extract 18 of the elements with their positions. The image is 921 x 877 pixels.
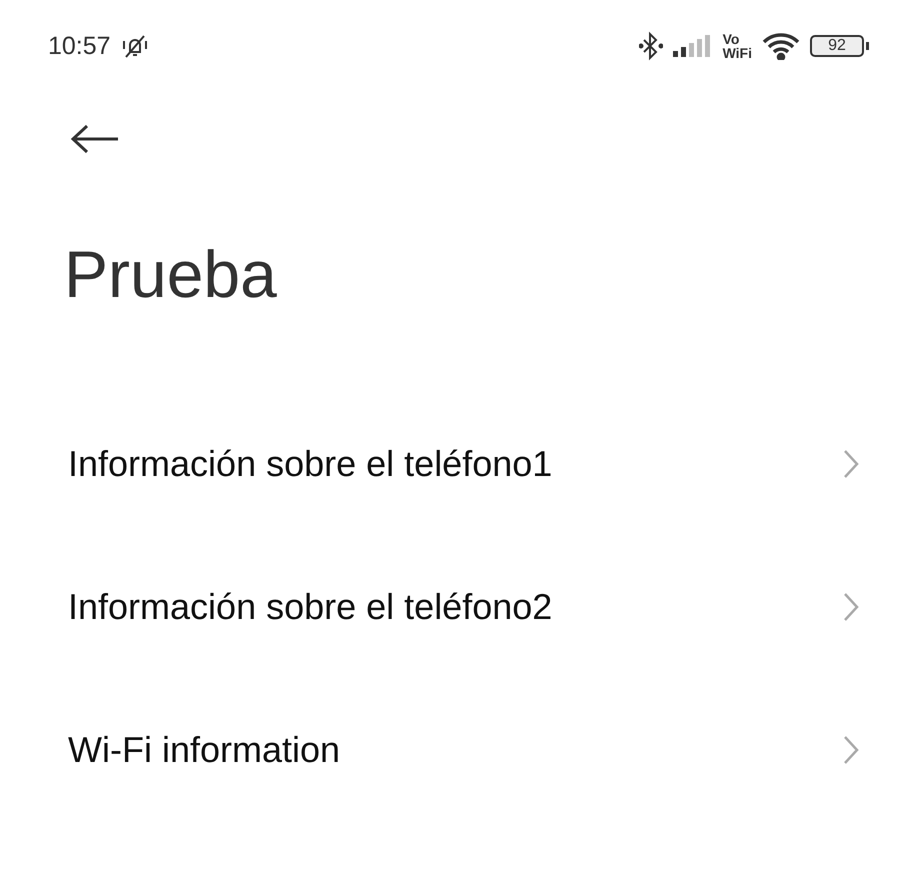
signal-icon bbox=[672, 35, 713, 57]
row-label: Información sobre el teléfono1 bbox=[68, 442, 552, 484]
page-title: Prueba bbox=[64, 236, 278, 313]
row-label: Wi-Fi information bbox=[68, 728, 340, 770]
settings-row[interactable]: Información sobre el teléfono2 bbox=[0, 535, 921, 678]
vowifi-label: Vo WiFi bbox=[722, 32, 752, 60]
muted-bell-icon bbox=[120, 33, 149, 59]
settings-row[interactable]: Información sobre el teléfono1 bbox=[0, 392, 921, 535]
bluetooth-icon bbox=[638, 31, 663, 61]
battery-level: 92 bbox=[810, 35, 864, 57]
chevron-right-icon bbox=[843, 734, 859, 764]
settings-row[interactable]: Wi-Fi information bbox=[0, 678, 921, 821]
chevron-right-icon bbox=[843, 592, 859, 622]
row-label: Información sobre el teléfono2 bbox=[68, 586, 552, 628]
chevron-right-icon bbox=[843, 448, 859, 478]
battery-tip-icon bbox=[866, 42, 869, 50]
status-time: 10:57 bbox=[48, 32, 111, 60]
wifi-icon bbox=[762, 32, 800, 60]
